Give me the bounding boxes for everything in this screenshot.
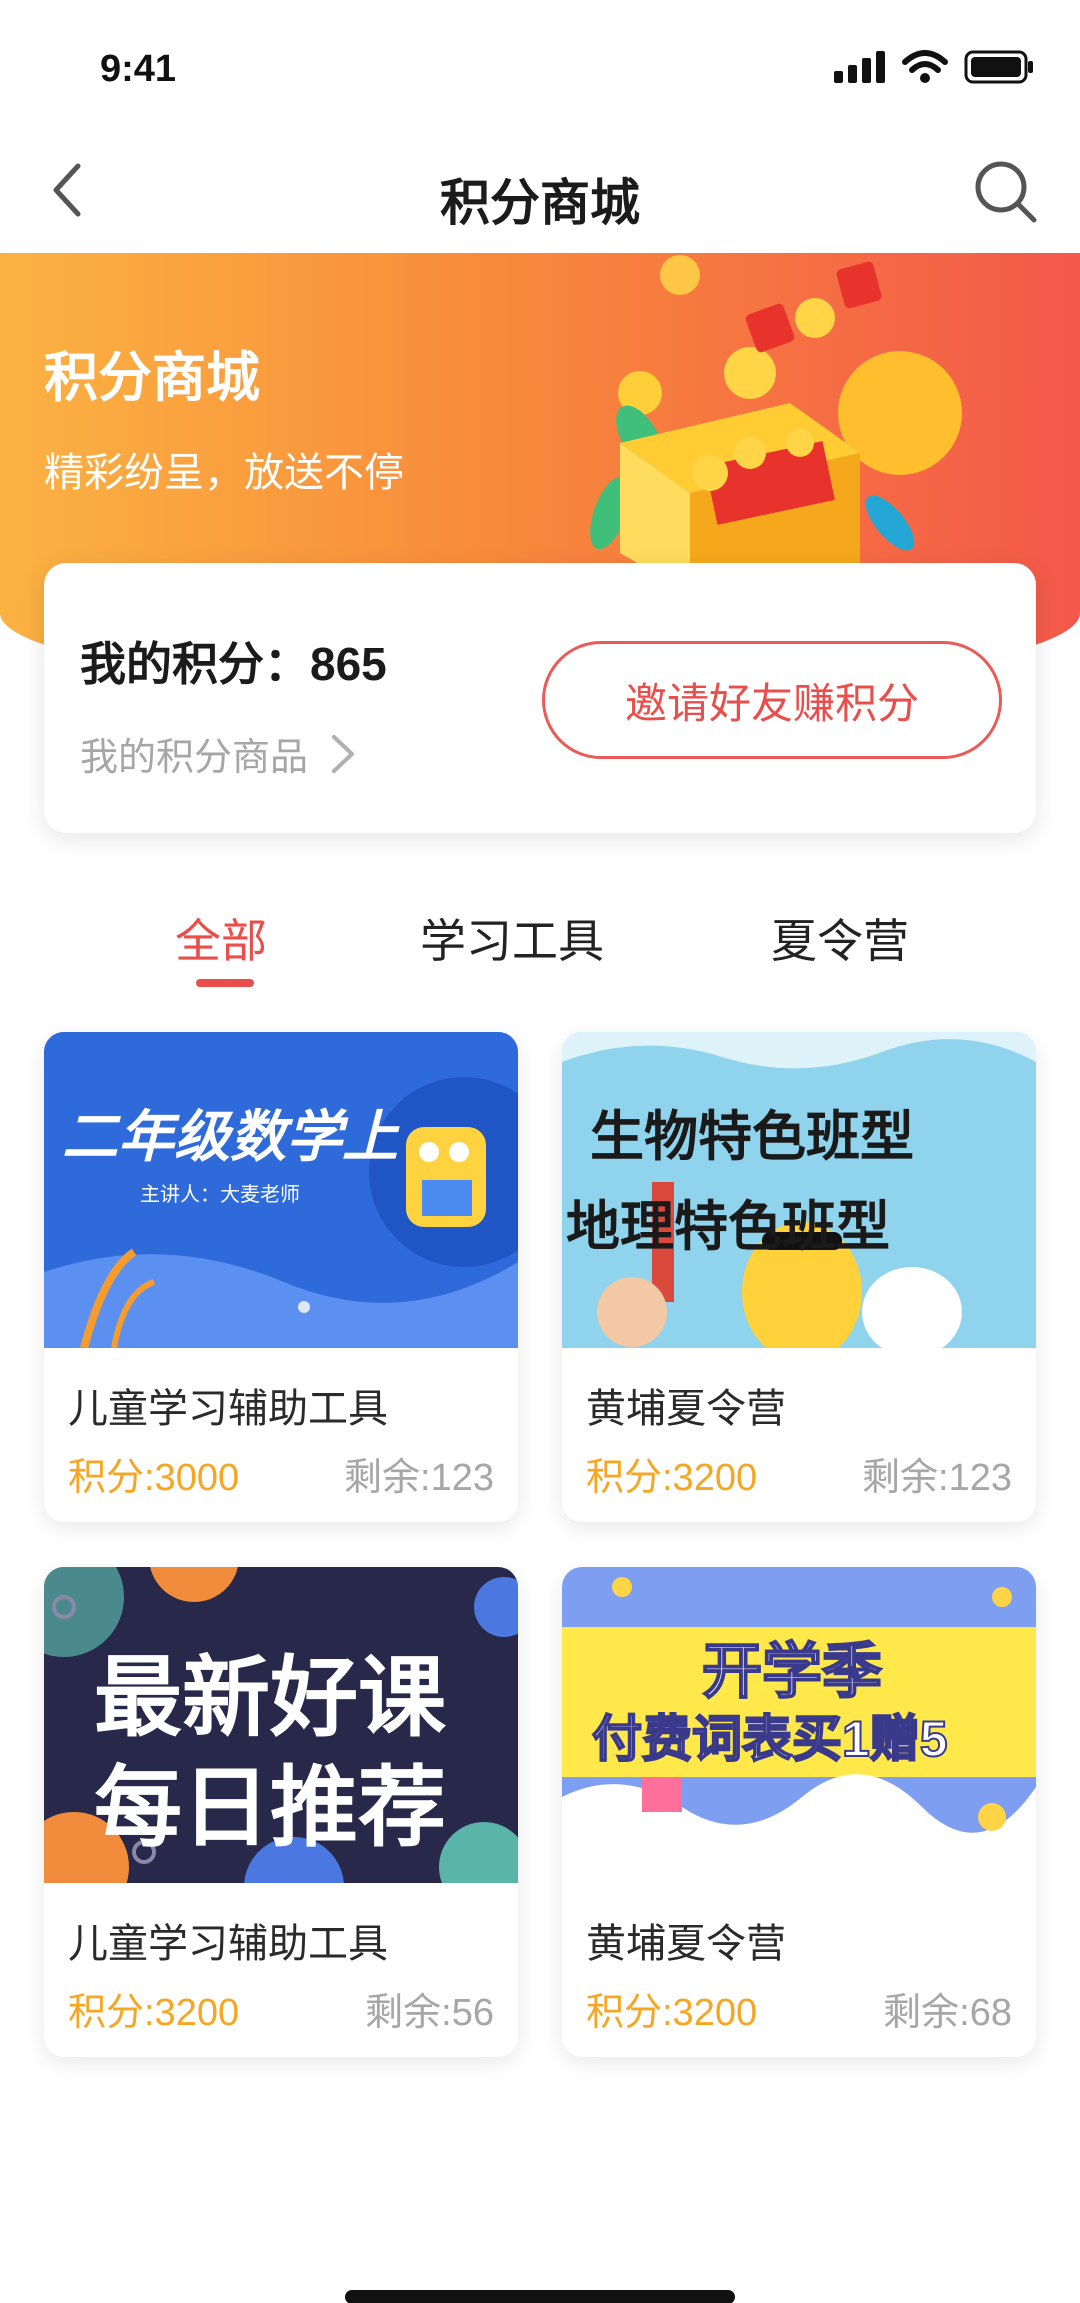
- my-points-value: 865: [310, 638, 387, 690]
- tab-active-indicator: [196, 979, 254, 987]
- tab-summer-camp[interactable]: 夏令营: [771, 905, 909, 971]
- product-price: 积分:3200: [586, 1457, 758, 1499]
- product-image-subtitle: 地理特色班型: [566, 1197, 890, 1257]
- chevron-right-icon: [332, 734, 355, 773]
- product-card[interactable]: 开学季 付费词表买1赠5 黄埔夏令营 积分:3200 剩余:68: [562, 1567, 1036, 2057]
- status-bar: 9:41: [0, 0, 1080, 130]
- banner-title: 积分商城: [44, 348, 260, 408]
- invite-friends-button[interactable]: 邀请好友赚积分: [542, 641, 1002, 759]
- nav-bar: 积分商城: [0, 130, 1080, 255]
- category-tabs: 全部 学习工具 夏令营: [0, 905, 1080, 1005]
- product-price: 积分:3200: [68, 1992, 240, 2034]
- battery-icon: [964, 50, 1033, 84]
- tab-study-tools[interactable]: 学习工具: [420, 905, 604, 971]
- my-points-goods-label: 我的积分商品: [80, 737, 309, 779]
- product-price: 积分:3200: [586, 1992, 758, 2034]
- product-image-title: 开学季: [701, 1637, 883, 1706]
- status-icons: [834, 50, 1034, 84]
- wifi-icon: [902, 50, 948, 83]
- product-image-title: 最新好课: [94, 1648, 447, 1747]
- product-image-subtitle: 主讲人：大麦老师: [140, 1184, 300, 1206]
- my-points-label: 我的积分：: [80, 638, 310, 690]
- home-indicator: [345, 2290, 735, 2303]
- product-image-title: 生物特色班型: [590, 1107, 914, 1167]
- page-title: 积分商城: [440, 175, 640, 231]
- product-image: 最新好课 每日推荐: [44, 1567, 518, 1883]
- product-image: 二年级数学上 主讲人：大麦老师: [44, 1032, 518, 1348]
- product-stock: 剩余:123: [344, 1457, 494, 1499]
- product-image: 生物特色班型 地理特色班型: [562, 1032, 1036, 1348]
- product-name: 黄埔夏令营: [586, 1922, 786, 1966]
- product-image-title: 二年级数学上: [62, 1105, 398, 1168]
- points-card: 我的积分：865 我的积分商品 邀请好友赚积分: [44, 563, 1036, 833]
- product-price: 积分:3000: [68, 1457, 240, 1499]
- product-name: 黄埔夏令营: [586, 1387, 786, 1431]
- gift-box-illustration: [590, 255, 962, 593]
- product-stock: 剩余:56: [365, 1992, 494, 2034]
- status-time: 9:41: [100, 48, 177, 90]
- product-stock: 剩余:123: [862, 1457, 1012, 1499]
- product-name: 儿童学习辅助工具: [68, 1387, 388, 1431]
- product-card[interactable]: 生物特色班型 地理特色班型 黄埔夏令营 积分:3200 剩余:123: [562, 1032, 1036, 1522]
- tab-all[interactable]: 全部: [175, 905, 267, 971]
- product-card[interactable]: 最新好课 每日推荐 儿童学习辅助工具 积分:3200 剩余:56: [44, 1567, 518, 2057]
- product-image-subtitle: 付费词表买1赠5: [591, 1710, 949, 1768]
- product-image: 开学季 付费词表买1赠5: [562, 1567, 1036, 1883]
- my-points-goods-link[interactable]: 我的积分商品: [80, 726, 356, 781]
- product-card[interactable]: 二年级数学上 主讲人：大麦老师 儿童学习辅助工具 积分:3000 剩余:123: [44, 1032, 518, 1522]
- product-stock: 剩余:68: [883, 1992, 1012, 2034]
- my-points: 我的积分：865: [80, 628, 387, 694]
- product-image-subtitle: 每日推荐: [94, 1758, 447, 1857]
- search-icon[interactable]: [972, 158, 1038, 224]
- banner-subtitle: 精彩纷呈，放送不停: [44, 451, 404, 495]
- signal-icon: [834, 51, 885, 83]
- product-name: 儿童学习辅助工具: [68, 1922, 388, 1966]
